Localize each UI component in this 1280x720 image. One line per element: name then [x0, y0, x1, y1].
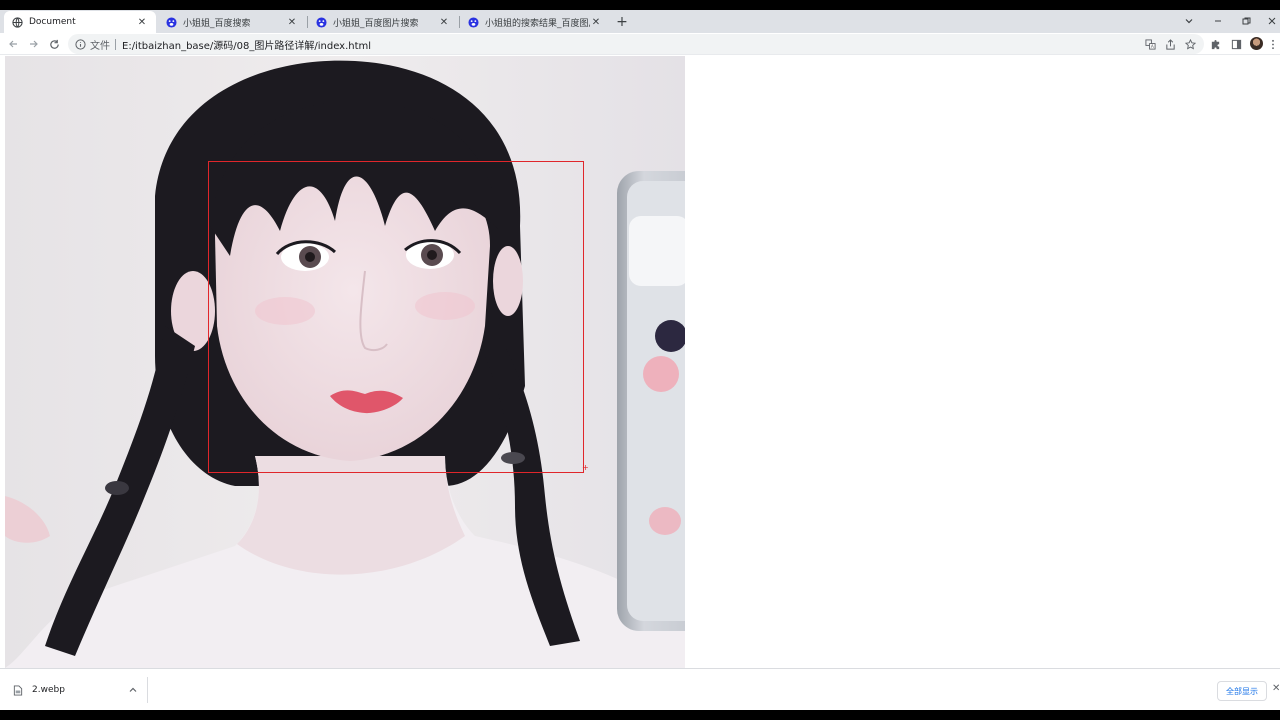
- tab-baidu-search[interactable]: 小姐姐_百度搜索 ✕: [158, 11, 306, 33]
- browser-window: Document ✕ 小姐姐_百度搜索 ✕ 小姐姐_百度图片搜索 ✕ 小姐姐的搜…: [0, 10, 1280, 710]
- download-filename: 2.webp: [32, 685, 65, 695]
- share-icon[interactable]: [1162, 36, 1178, 52]
- tab-close-icon[interactable]: ✕: [438, 16, 450, 28]
- chevron-up-icon[interactable]: [127, 684, 139, 696]
- browser-toolbar: 文件 E:/itbaizhan_base/源码/08_图片路径详解/index.…: [0, 33, 1280, 55]
- forward-icon[interactable]: [26, 36, 42, 52]
- star-icon[interactable]: [1182, 36, 1198, 52]
- address-bar[interactable]: 文件 E:/itbaizhan_base/源码/08_图片路径详解/index.…: [68, 34, 1204, 54]
- close-window-icon[interactable]: [1264, 13, 1280, 29]
- baidu-paw-icon: [468, 16, 479, 28]
- tab-title: 小姐姐_百度图片搜索: [333, 18, 419, 29]
- highlight-rectangle: [208, 161, 584, 473]
- baidu-paw-icon: [166, 16, 177, 28]
- download-shelf: 2.webp 全部显示 ✕: [0, 668, 1280, 710]
- baidu-paw-icon: [316, 16, 327, 28]
- tab-title: 小姐姐_百度搜索: [183, 18, 251, 29]
- kebab-menu-icon[interactable]: [1268, 36, 1278, 52]
- close-icon[interactable]: ✕: [1272, 683, 1280, 697]
- back-icon[interactable]: [5, 36, 21, 52]
- globe-icon: [12, 16, 23, 28]
- show-all-button[interactable]: 全部显示: [1217, 681, 1267, 701]
- reload-icon[interactable]: [46, 36, 62, 52]
- tab-baidu-image-results[interactable]: 小姐姐的搜索结果_百度图片搜索 ✕: [460, 11, 610, 33]
- profile-avatar[interactable]: [1250, 37, 1263, 50]
- mouse-cursor-icon: +: [582, 463, 589, 472]
- translate-icon[interactable]: A: [1142, 36, 1158, 52]
- new-tab-button[interactable]: +: [614, 14, 630, 30]
- tab-close-icon[interactable]: ✕: [136, 16, 148, 28]
- file-icon: [12, 684, 24, 696]
- tab-document[interactable]: Document ✕: [4, 11, 156, 33]
- tab-title: 小姐姐的搜索结果_百度图片搜索: [485, 18, 590, 29]
- tab-baidu-image-search[interactable]: 小姐姐_百度图片搜索 ✕: [308, 11, 458, 33]
- info-circle-icon[interactable]: [74, 38, 86, 50]
- tab-close-icon[interactable]: ✕: [286, 16, 298, 28]
- tab-strip: Document ✕ 小姐姐_百度搜索 ✕ 小姐姐_百度图片搜索 ✕ 小姐姐的搜…: [0, 10, 1280, 33]
- puzzle-icon[interactable]: [1207, 36, 1223, 52]
- tab-title: Document: [29, 17, 76, 27]
- tab-close-icon[interactable]: ✕: [590, 16, 602, 28]
- url-text[interactable]: E:/itbaizhan_base/源码/08_图片路径详解/index.htm…: [122, 37, 371, 52]
- restore-icon[interactable]: [1238, 13, 1254, 29]
- minimize-icon[interactable]: [1210, 13, 1226, 29]
- omnibox-divider: [115, 38, 116, 50]
- download-item[interactable]: 2.webp: [8, 677, 148, 703]
- page-viewport: +: [0, 56, 1280, 668]
- tab-search-icon[interactable]: [1181, 13, 1197, 29]
- side-panel-icon[interactable]: [1228, 36, 1244, 52]
- protocol-label: 文件: [90, 40, 110, 52]
